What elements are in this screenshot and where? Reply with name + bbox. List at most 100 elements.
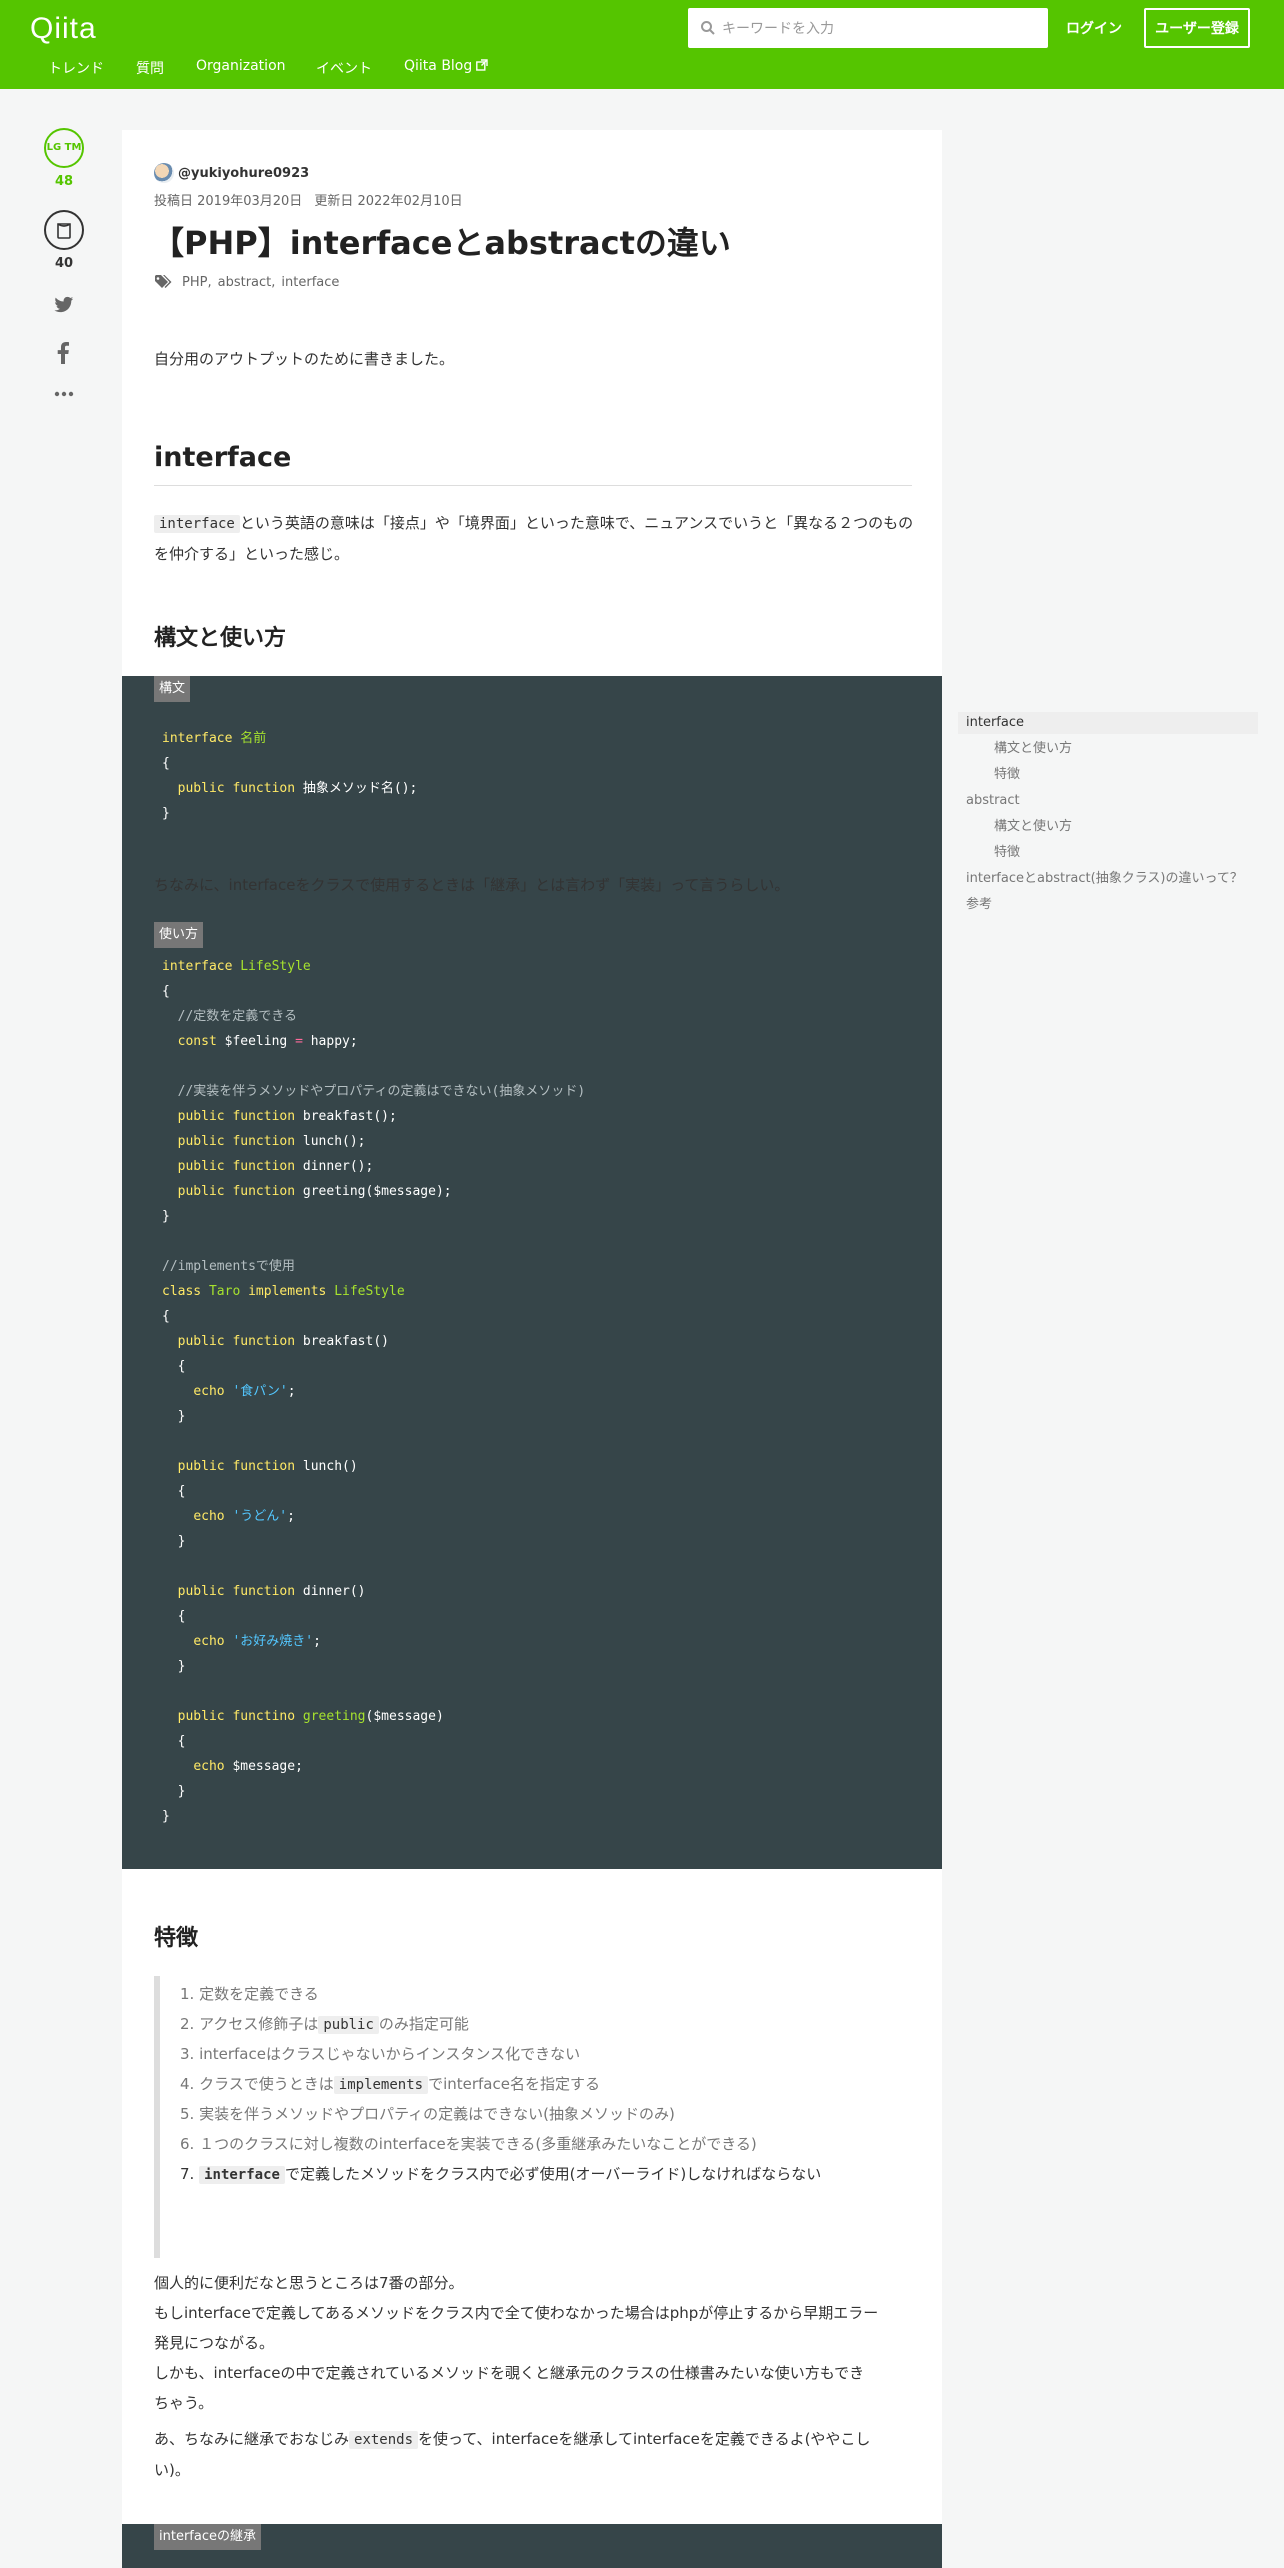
- nav-events[interactable]: イベント: [316, 58, 372, 78]
- toc-item[interactable]: 参考: [958, 894, 1258, 916]
- nav-qiita-blog[interactable]: Qiita Blog: [404, 58, 488, 74]
- code-line: {: [162, 1354, 186, 1379]
- code-line: {: [162, 1729, 186, 1754]
- code-label-syntax: 構文: [154, 676, 191, 702]
- tag-interface[interactable]: interface: [281, 275, 339, 290]
- stock-count: 40: [54, 256, 74, 271]
- code-line: {: [162, 1304, 170, 1329]
- code-line: }: [162, 1654, 186, 1679]
- code-token: ($message): [365, 1709, 444, 1724]
- author[interactable]: @yukiyohure0923: [154, 162, 309, 184]
- code-token: =: [295, 1034, 303, 1049]
- opinion-line: しかも、interfaceの中で定義されているメソッドを覗くと継承元のクラスの仕…: [154, 2364, 865, 2382]
- code-line: interface 名前: [162, 726, 266, 751]
- code-token: public function: [177, 781, 303, 796]
- code-token: }: [162, 1659, 186, 1674]
- signup-button[interactable]: ユーザー登録: [1144, 8, 1250, 48]
- code-token: public function: [177, 1109, 303, 1124]
- feature-text: で定義したメソッドをクラス内で必ず使用(オーバーライド)しなければならない: [284, 2165, 822, 2183]
- code-token: greeting: [302, 1709, 366, 1724]
- code-token: {: [162, 1484, 186, 1499]
- toc-item[interactable]: 構文と使い方: [958, 738, 1258, 760]
- code-token: lunch();: [302, 1134, 366, 1149]
- search-box[interactable]: [688, 8, 1048, 50]
- code-token: }: [162, 806, 170, 821]
- code-token: LifeStyle: [334, 1284, 405, 1299]
- intro-paragraph: 自分用のアウトプットのために書きました。: [154, 350, 455, 368]
- code-line: {: [162, 1479, 186, 1504]
- code-block-usage: 使い方 interface LifeStyle { //定数を定義できる cons…: [122, 922, 942, 1869]
- code-line: //実装を伴うメソッドやプロパティの定義はできない(抽象メソッド): [162, 1079, 586, 1104]
- qiita-logo[interactable]: Qiita: [30, 12, 97, 46]
- toc-item[interactable]: 特徴: [958, 764, 1258, 786]
- nav-organization[interactable]: Organization: [196, 58, 286, 74]
- code-token: }: [162, 1409, 186, 1424]
- code-token: 'お好み焼き': [232, 1634, 314, 1649]
- code-token: 抽象メソッド名();: [302, 781, 418, 796]
- code-token: echo: [193, 1634, 233, 1649]
- code-token: happy;: [302, 1034, 358, 1049]
- extends-text-line2: い)。: [154, 2461, 190, 2479]
- twitter-icon[interactable]: [54, 296, 74, 314]
- code-token: Taro: [208, 1284, 249, 1299]
- search-input[interactable]: [720, 8, 1044, 50]
- code-label-inheritance: interfaceの継承: [154, 2524, 261, 2550]
- code-token: }: [162, 1784, 186, 1799]
- code-line: {: [162, 979, 170, 1004]
- lgtm-count: 48: [54, 174, 74, 189]
- author-name[interactable]: @yukiyohure0923: [178, 166, 309, 181]
- toc-item[interactable]: interface: [958, 712, 1258, 734]
- login-link[interactable]: ログイン: [1066, 18, 1122, 38]
- code-token: lunch(): [302, 1459, 358, 1474]
- more-icon[interactable]: [54, 390, 74, 398]
- code-token: '食パン': [232, 1384, 288, 1399]
- code-line: {: [162, 1604, 186, 1629]
- interface-paragraph-text: という英語の意味は「接点」や「境界面」といった意味で、ニュアンスでいうと「異なる…: [154, 514, 914, 563]
- lgtm-button[interactable]: LG TM: [44, 128, 84, 168]
- feature-item: 4. クラスで使うときは implements でinterface名を指定する: [180, 2072, 600, 2096]
- toc-item[interactable]: 特徴: [958, 842, 1258, 864]
- toc-item[interactable]: interfaceとabstract(抽象クラス)の違いって？: [958, 868, 1258, 890]
- feature-text: 6. １つのクラスに対し複数のinterfaceを実装できる(多重継承みたいなこ…: [180, 2135, 757, 2153]
- code-block-inheritance: interfaceの継承: [122, 2524, 942, 2568]
- feature-text: 1. 定数を定義できる: [180, 1985, 319, 2003]
- tag-abstract[interactable]: abstract: [218, 275, 272, 290]
- heading-interface: interface: [154, 442, 292, 473]
- code-token: 名前: [240, 731, 267, 746]
- heading-divider: [154, 485, 912, 486]
- code-line: echo $message;: [162, 1754, 303, 1779]
- feature-item: 2. アクセス修飾子は public のみ指定可能: [180, 2012, 469, 2036]
- feature-item: 5. 実装を伴うメソッドやプロパティの定義はできない(抽象メソッドのみ): [180, 2102, 675, 2126]
- tag-php[interactable]: PHP: [182, 275, 207, 290]
- feature-item: 1. 定数を定義できる: [180, 1982, 319, 2006]
- avatar[interactable]: [154, 163, 174, 183]
- code-token: //定数を定義できる: [162, 1009, 298, 1024]
- code-line: public function dinner();: [162, 1154, 374, 1179]
- features-blockquote: 1. 定数を定義できる 2. アクセス修飾子は public のみ指定可能 3. int…: [154, 1976, 912, 2258]
- code-line: public function breakfast(): [162, 1329, 389, 1354]
- global-nav: トレンド 質問 Organization イベント Qiita Blog: [0, 58, 1284, 80]
- stock-button[interactable]: [44, 210, 84, 250]
- nav-trend[interactable]: トレンド: [48, 58, 104, 78]
- code-line: //定数を定義できる: [162, 1004, 297, 1029]
- feature-text: 3. interfaceはクラスじゃないからインスタンス化できない: [180, 2045, 581, 2063]
- heading-features: 特徴: [154, 1926, 199, 1951]
- external-link-icon: [476, 59, 488, 71]
- tag-list: PHP, abstract, interface: [154, 274, 339, 290]
- feature-text: のみ指定可能: [378, 2015, 469, 2033]
- toc-item[interactable]: abstract: [958, 790, 1258, 812]
- toc-item[interactable]: 構文と使い方: [958, 816, 1258, 838]
- code-line: }: [162, 1529, 186, 1554]
- code-token: 'うどん': [232, 1509, 288, 1524]
- code-token: dinner(): [302, 1584, 366, 1599]
- facebook-icon[interactable]: [56, 342, 70, 364]
- nav-questions[interactable]: 質問: [136, 58, 164, 78]
- opinion-paragraph: 個人的に便利だなと思うところは7番の部分。 もしinterfaceで定義してあるメ…: [154, 2268, 914, 2418]
- code-token: interface: [162, 731, 241, 746]
- extends-paragraph: あ、ちなみに継承でおなじみ extends を使って、interfaceを継承してi…: [154, 2424, 914, 2485]
